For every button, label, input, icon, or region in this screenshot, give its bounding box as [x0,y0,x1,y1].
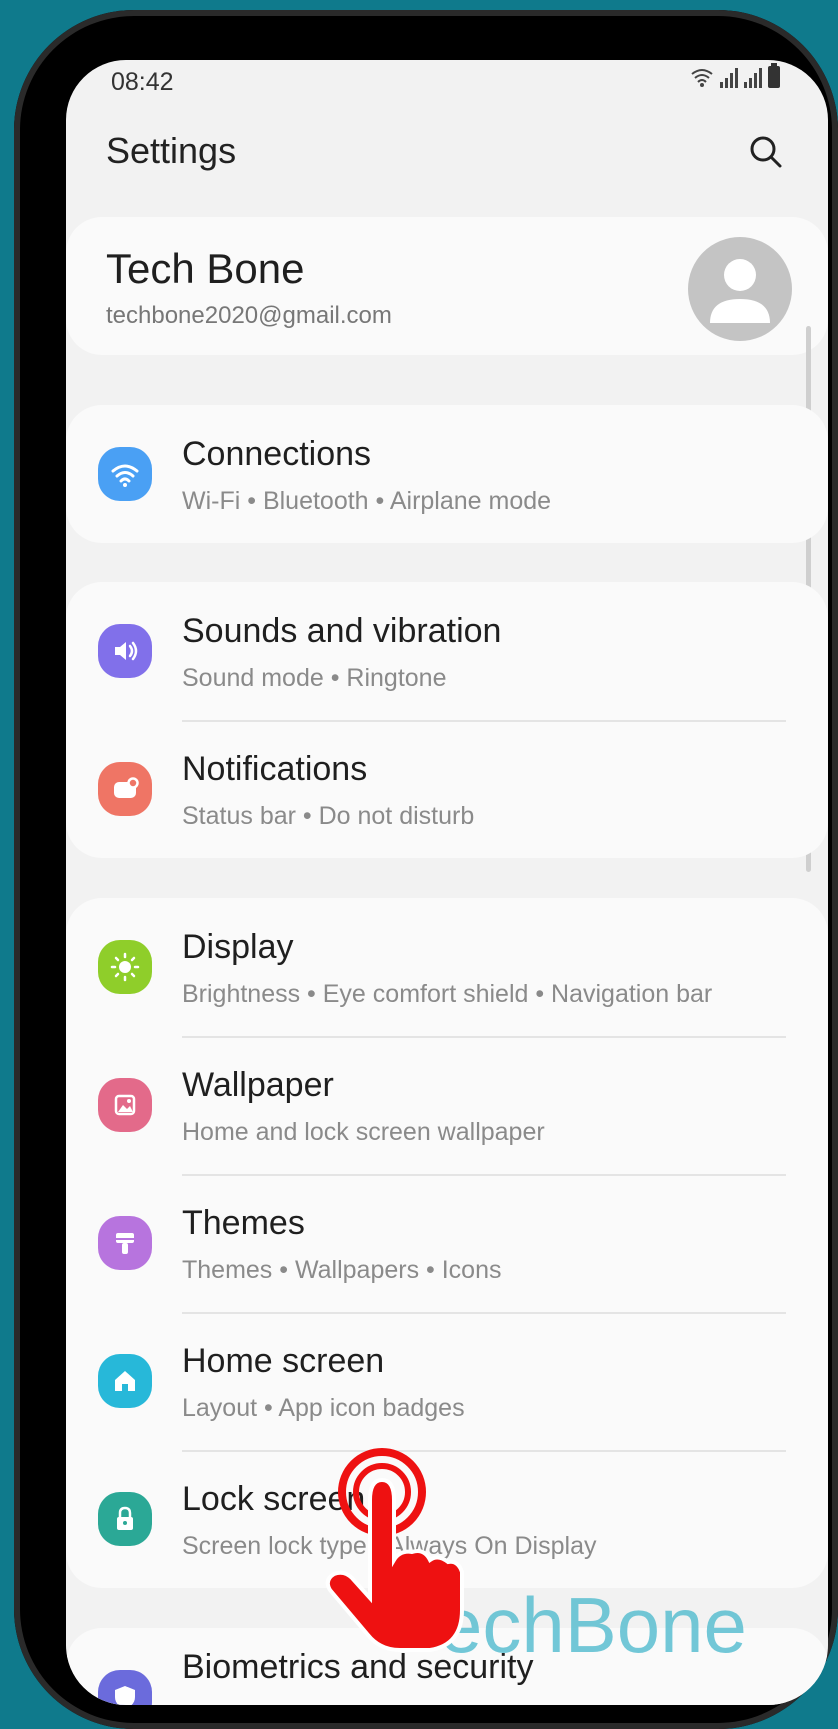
wallpaper-icon [98,1078,152,1132]
shield-icon [98,1670,152,1705]
tap-hand-icon [325,1448,464,1652]
battery-icon [768,63,780,88]
signal-icon [720,66,738,88]
wifi-status-icon [691,69,713,87]
item-label: Wallpaper [182,1066,334,1104]
notification-icon [98,762,152,816]
item-label: Themes [182,1204,305,1242]
status-icons [690,63,780,88]
settings-item-wallpaper[interactable]: Wallpaper Home and lock screen wallpaper [66,1036,828,1174]
item-subtitle: Sound mode • Ringtone [182,664,447,692]
settings-item-home-screen[interactable]: Home screen Layout • App icon badges [66,1312,828,1450]
settings-item-sounds[interactable]: Sounds and vibration Sound mode • Ringto… [66,582,828,720]
item-subtitle: Brightness • Eye comfort shield • Naviga… [182,980,713,1008]
search-icon[interactable] [746,132,786,172]
item-subtitle: Home and lock screen wallpaper [182,1118,545,1146]
status-time: 08:42 [111,68,174,96]
status-bar: 08:42 [66,60,828,100]
avatar[interactable] [688,237,792,341]
person-icon [710,259,770,323]
item-label: Connections [182,435,372,473]
item-subtitle: Status bar • Do not disturb [182,802,475,830]
brightness-icon [98,940,152,994]
profile-name: Tech Bone [106,245,305,292]
profile-card[interactable]: Tech Bone techbone2020@gmail.com [66,217,828,355]
settings-item-display[interactable]: Display Brightness • Eye comfort shield … [66,898,828,1036]
item-label: Display [182,928,294,966]
lock-icon [98,1492,152,1546]
item-subtitle: Wi-Fi • Bluetooth • Airplane mode [182,487,552,515]
item-label: Sounds and vibration [182,612,502,650]
page-title: Settings [106,130,237,171]
item-subtitle: Layout • App icon badges [182,1394,465,1422]
settings-group-connections: Connections Wi-Fi • Bluetooth • Airplane… [66,405,828,543]
settings-group-sounds: Sounds and vibration Sound mode • Ringto… [66,582,828,858]
settings-item-notifications[interactable]: Notifications Status bar • Do not distur… [66,720,828,858]
wifi-icon [98,447,152,501]
settings-item-themes[interactable]: Themes Themes • Wallpapers • Icons [66,1174,828,1312]
profile-email: techbone2020@gmail.com [106,302,392,329]
item-subtitle: Themes • Wallpapers • Icons [182,1256,502,1284]
volume-icon [98,624,152,678]
settings-item-connections[interactable]: Connections Wi-Fi • Bluetooth • Airplane… [66,405,828,543]
item-label: Home screen [182,1342,385,1380]
home-icon [98,1354,152,1408]
themes-brush-icon [98,1216,152,1270]
signal-icon-2 [744,66,762,88]
item-label: Notifications [182,750,368,788]
